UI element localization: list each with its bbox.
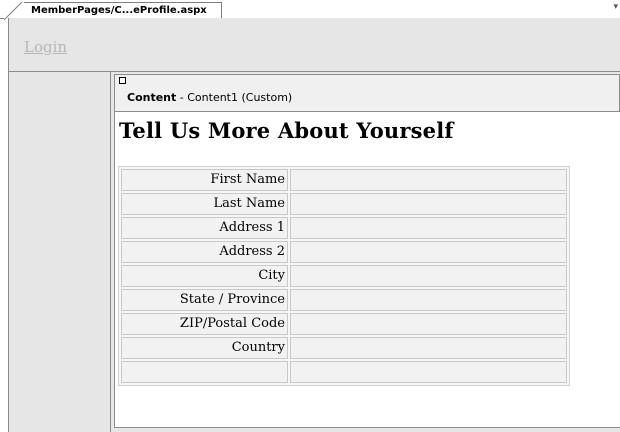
- content-placeholder-label: Content - Content1 (Custom): [127, 91, 292, 104]
- form-row: [121, 361, 567, 383]
- form-field-cell[interactable]: [290, 361, 567, 383]
- document-tab[interactable]: MemberPages/C...eProfile.aspx: [4, 2, 222, 20]
- form-row: Last Name: [121, 193, 567, 215]
- form-field-label: First Name: [121, 169, 288, 191]
- form-row: City: [121, 265, 567, 287]
- login-link[interactable]: Login: [24, 38, 67, 56]
- form-field-cell[interactable]: [290, 265, 567, 287]
- form-field-cell[interactable]: [290, 289, 567, 311]
- form-row: First Name: [121, 169, 567, 191]
- form-field-cell[interactable]: [290, 193, 567, 215]
- form-field-label: State / Province: [121, 289, 288, 311]
- form-field-cell[interactable]: [290, 313, 567, 335]
- document-tab-strip: MemberPages/C...eProfile.aspx ▾: [0, 0, 620, 20]
- profile-form-table: First Name Last Name Address 1 Address 2 Cit…: [118, 166, 570, 386]
- document-tab-label: MemberPages/C...eProfile.aspx: [31, 5, 207, 16]
- form-field-label: Last Name: [121, 193, 288, 215]
- form-row: Address 2: [121, 241, 567, 263]
- form-field-label: Address 1: [121, 217, 288, 239]
- content-label-bold: Content: [127, 91, 177, 104]
- form-field-cell[interactable]: [290, 241, 567, 263]
- page-title: Tell Us More About Yourself: [119, 118, 454, 143]
- form-row: State / Province: [121, 289, 567, 311]
- form-row: Country: [121, 337, 567, 359]
- form-field-cell[interactable]: [290, 169, 567, 191]
- content-placeholder-header[interactable]: Content - Content1 (Custom): [114, 74, 620, 112]
- close-icon[interactable]: ▾: [613, 2, 618, 12]
- smart-tag-icon[interactable]: [119, 77, 126, 84]
- content-editor-area[interactable]: Tell Us More About Yourself First Name La…: [114, 112, 620, 428]
- form-row: ZIP/Postal Code: [121, 313, 567, 335]
- form-field-label: ZIP/Postal Code: [121, 313, 288, 335]
- master-header-divider: [8, 71, 620, 72]
- form-field-label: Address 2: [121, 241, 288, 263]
- content-label-rest: - Content1 (Custom): [176, 91, 293, 104]
- form-field-label: [121, 361, 288, 383]
- form-field-label: City: [121, 265, 288, 287]
- form-row: Address 1: [121, 217, 567, 239]
- sidebar-divider: [110, 72, 111, 432]
- form-field-label: Country: [121, 337, 288, 359]
- form-field-cell[interactable]: [290, 217, 567, 239]
- form-field-cell[interactable]: [290, 337, 567, 359]
